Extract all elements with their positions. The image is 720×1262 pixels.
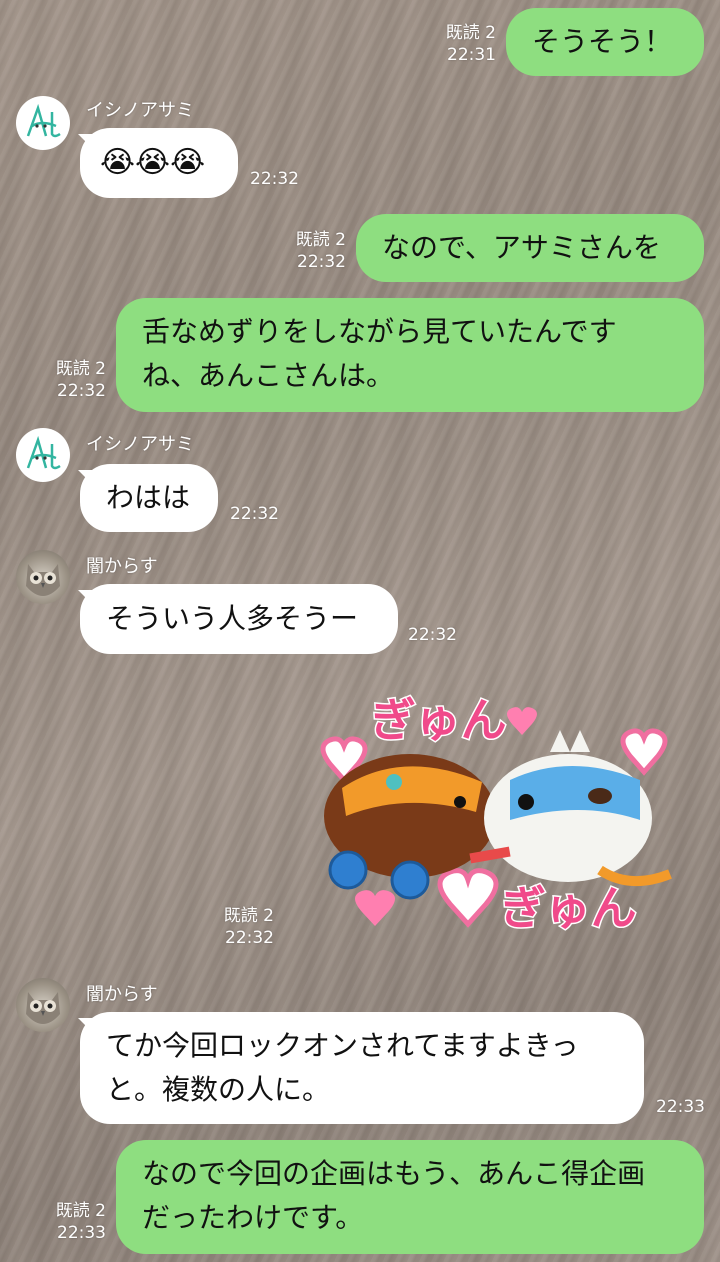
avatar[interactable] bbox=[16, 978, 70, 1032]
letter-a-avatar-icon bbox=[26, 435, 61, 470]
read-receipt: 既読 2 22:32 bbox=[296, 229, 346, 273]
incoming-message[interactable]: てか今回ロックオンされてますよきっ と。複数の人に。 bbox=[80, 1012, 644, 1124]
timestamp: 22:32 bbox=[408, 625, 457, 645]
sticker-text: ぎゅん bbox=[500, 881, 637, 935]
timestamp: 22:32 bbox=[297, 252, 346, 272]
message-text: なので、アサミさんを bbox=[382, 231, 661, 264]
owl-avatar-icon bbox=[26, 992, 60, 1024]
letter-a-avatar-icon bbox=[26, 103, 61, 138]
message-text-line: ね、あんこさんは。 bbox=[142, 359, 395, 392]
message-text: わはは bbox=[106, 481, 191, 514]
read-label: 既読 2 bbox=[295, 230, 346, 250]
message-text: そうそう！ bbox=[532, 25, 673, 58]
read-label: 既読 2 bbox=[55, 1201, 106, 1221]
message-text-line: と。複数の人に。 bbox=[106, 1073, 331, 1106]
incoming-message[interactable]: そういう人多そうー bbox=[80, 584, 398, 654]
sender-name: 闇からす bbox=[86, 984, 158, 1005]
message-text-line: だったわけです。 bbox=[142, 1201, 364, 1234]
incoming-message[interactable]: わはは bbox=[80, 464, 218, 532]
timestamp: 22:32 bbox=[250, 169, 299, 189]
message-text-line: 舌なめずりをしながら見ていたんです bbox=[142, 315, 617, 348]
timestamp: 22:33 bbox=[656, 1097, 705, 1117]
message-text-line: なので今回の企画はもう、あんこ得企画 bbox=[142, 1157, 646, 1190]
read-label: 既読 2 bbox=[55, 359, 106, 379]
read-receipt: 既読 2 22:31 bbox=[446, 22, 496, 66]
avatar[interactable] bbox=[16, 428, 70, 482]
read-receipt: 既読 2 22:32 bbox=[224, 905, 274, 949]
timestamp: 22:33 bbox=[57, 1223, 106, 1243]
message-text-line: てか今回ロックオンされてますよきっ bbox=[106, 1029, 579, 1062]
timestamp: 22:31 bbox=[447, 45, 496, 65]
outgoing-message[interactable]: なので、アサミさんを bbox=[356, 214, 704, 282]
read-label: 既読 2 bbox=[445, 23, 496, 43]
outgoing-message[interactable]: 舌なめずりをしながら見ていたんです ね、あんこさんは。 bbox=[116, 298, 704, 412]
read-receipt: 既読 2 22:33 bbox=[56, 1200, 106, 1244]
timestamp: 22:32 bbox=[57, 381, 106, 401]
avatar[interactable] bbox=[16, 550, 70, 604]
sender-name: イシノアサミ bbox=[86, 434, 194, 455]
outgoing-message[interactable]: なので今回の企画はもう、あんこ得企画 だったわけです。 bbox=[116, 1140, 704, 1254]
owl-avatar-icon bbox=[26, 564, 60, 596]
timestamp: 22:32 bbox=[225, 928, 274, 948]
sender-name: イシノアサミ bbox=[86, 100, 194, 121]
sender-name: 闇からす bbox=[86, 556, 158, 577]
read-receipt: 既読 2 22:32 bbox=[56, 358, 106, 402]
guinea-pig-sticker-image: ぎゅん ぎゅん bbox=[320, 692, 672, 937]
timestamp: 22:32 bbox=[230, 504, 279, 524]
sticker[interactable]: ぎゅん ぎゅん bbox=[300, 684, 690, 948]
avatar[interactable] bbox=[16, 96, 70, 150]
sticker-text: ぎゅん bbox=[370, 693, 507, 747]
message-text: 😭😭😭 bbox=[100, 145, 206, 180]
read-label: 既読 2 bbox=[223, 906, 274, 926]
message-text: そういう人多そうー bbox=[106, 602, 359, 635]
outgoing-message[interactable]: そうそう！ bbox=[506, 8, 704, 76]
incoming-message[interactable]: 😭😭😭 bbox=[80, 128, 238, 198]
